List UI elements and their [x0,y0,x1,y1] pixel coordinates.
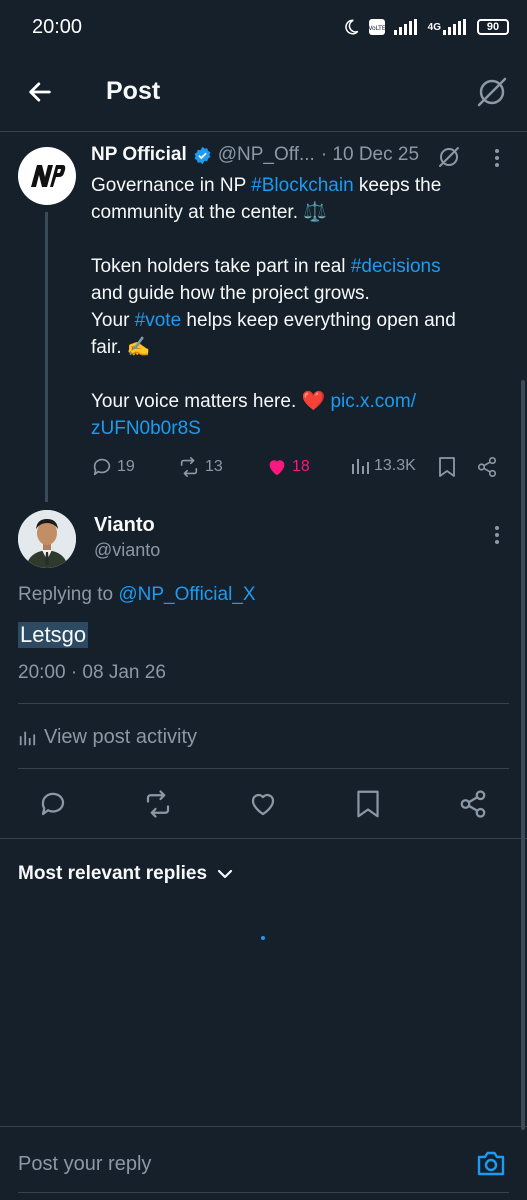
replying-to-handle[interactable]: @NP_Official_X [118,584,255,605]
reply-icon [93,458,111,476]
analytics-icon [19,731,36,745]
reply-author-handle[interactable]: @vianto [94,540,160,561]
grok-icon [477,77,507,107]
divider [18,703,509,704]
replies-sort-dropdown[interactable]: Most relevant replies [18,863,233,885]
signal-icon [393,19,417,35]
composer-divider [0,1126,527,1127]
back-button[interactable] [26,78,54,106]
reply-count: 19 [117,458,135,475]
thread-line [45,212,48,502]
more-vertical-icon [495,149,499,167]
reply-more-button[interactable] [489,524,505,546]
divider [0,838,527,839]
repost-icon [180,457,198,477]
status-time: 20:00 [32,16,83,38]
battery-icon: 90 [477,19,509,35]
reply-author-name[interactable]: Vianto [94,514,155,537]
battery-level: 90 [486,21,500,33]
repost-button[interactable] [142,789,174,819]
chevron-down-icon [217,869,233,879]
post-date: · 10 Dec 25 [320,144,420,165]
verified-badge-icon [194,146,211,164]
grok-button[interactable] [474,74,510,110]
views-action[interactable]: 13.3K [350,456,416,476]
like-button[interactable] [248,789,278,819]
share-button[interactable] [458,789,488,819]
post-text-line: Your voice matters here. ❤️ [91,391,331,412]
composer-underline [18,1192,509,1193]
arrow-left-icon [29,82,51,102]
moon-icon [344,19,358,35]
reply-icon [41,792,65,816]
hashtag-blockchain[interactable]: #Blockchain [251,175,353,196]
camera-icon [477,1151,505,1176]
view-post-activity-label: View post activity [44,726,198,748]
post-more-button[interactable] [489,147,505,169]
signal-icon-2 [443,19,466,35]
repost-action[interactable]: 13 [177,456,223,478]
post-text-line: keeps the [353,175,442,196]
post-text-line: and guide how the project grows. [91,283,370,304]
view-count: 13.3K [374,457,416,474]
heart-filled-icon [269,460,285,476]
reply-avatar[interactable] [18,510,76,568]
reply-button[interactable] [38,789,68,819]
reply-timestamp: 20:00 · 08 Jan 26 [18,662,166,683]
share-icon [460,790,486,818]
reply-input[interactable]: Post your reply [18,1153,151,1176]
replying-to-label: Replying to [18,584,119,605]
page-title: Post [106,77,161,105]
camera-button[interactable] [476,1149,506,1177]
replying-to: Replying to @NP_Official_X [18,584,256,606]
grok-post-button[interactable] [437,145,461,169]
analytics-icon [352,459,369,474]
post-text-line: fair. ✍️ [91,337,151,358]
share-action[interactable] [476,456,498,478]
media-link-continued[interactable]: zUFN0b0r8S [91,418,201,439]
post-header: NP Official @NP_Off... · 10 Dec 25 [91,144,419,166]
np-logo-icon [31,165,66,187]
post-text-line: community at the center. ⚖️ [91,202,327,223]
heart-icon [251,793,275,816]
like-count: 18 [292,458,310,475]
post-text: Governance in NP #Blockchain keeps the c… [91,172,501,442]
author-handle[interactable]: @NP_Off... [218,144,315,166]
bookmark-icon [439,457,455,477]
post-text-line: Your [91,310,135,331]
grok-icon [439,147,459,167]
scrollbar[interactable] [521,380,525,1130]
hashtag-vote[interactable]: #vote [135,310,181,331]
user-photo [18,510,76,568]
volte-icon: VoLTE [368,19,385,35]
header-divider [0,131,527,132]
media-link[interactable]: pic.x.com/ [330,391,416,412]
replies-sort-label: Most relevant replies [18,863,208,884]
bookmark-icon [357,790,379,818]
hashtag-decisions[interactable]: #decisions [351,256,441,277]
loading-indicator [261,936,265,940]
reply-action[interactable]: 19 [91,456,135,478]
author-name[interactable]: NP Official [91,144,187,166]
view-post-activity-button[interactable]: View post activity [18,726,197,749]
reply-text: Letsgo [18,622,89,648]
more-vertical-icon [495,526,499,544]
share-icon [477,457,497,477]
network-type: 4G [427,21,441,33]
repost-count: 13 [205,458,223,475]
post-text-line: helps keep everything open and [181,310,456,331]
like-action[interactable]: 18 [266,456,310,478]
svg-text:VoLTE: VoLTE [368,25,385,32]
bookmark-action[interactable] [437,456,457,478]
author-avatar[interactable] [18,147,76,205]
status-icons: VoLTE 4G 90 [342,18,509,36]
post-text-line: Governance in NP [91,175,252,196]
bookmark-button[interactable] [354,789,382,819]
post-text-line: Token holders take part in real [91,256,351,277]
repost-icon [146,790,170,818]
divider [18,768,509,769]
